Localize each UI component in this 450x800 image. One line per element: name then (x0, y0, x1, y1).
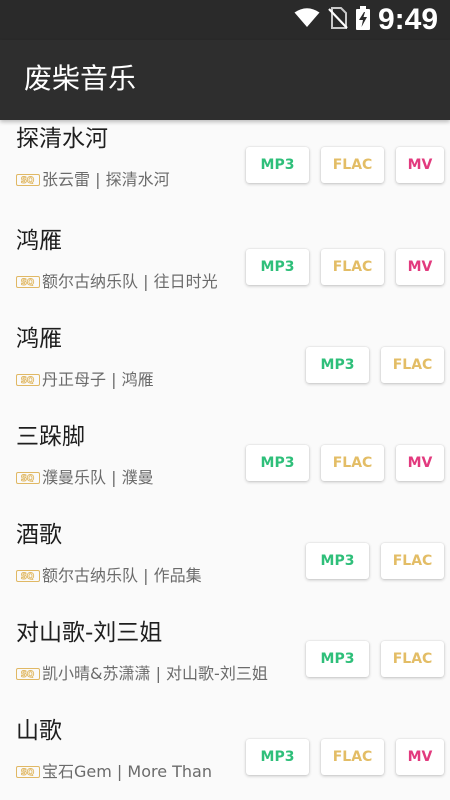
song-title: 鸿雁 (16, 228, 62, 254)
app-title: 废柴音乐 (24, 62, 137, 95)
mp3-button[interactable]: MP3 (306, 543, 369, 579)
list-item[interactable]: 探清水河 SQ 张云雷 | 探清水河 MP3 FLAC MV (0, 120, 450, 214)
mv-button[interactable]: MV (396, 739, 444, 775)
mp3-button[interactable]: MP3 (246, 445, 309, 481)
mp3-button[interactable]: MP3 (306, 347, 369, 383)
sq-quality-badge-icon: SQ (16, 472, 40, 484)
sq-badge-label: SQ (21, 176, 34, 184)
flac-button[interactable]: FLAC (381, 641, 444, 677)
song-subtitle-line: SQ 宝石Gem | More Than (16, 760, 212, 784)
song-title: 对山歌-刘三姐 (16, 620, 163, 646)
song-title: 山歌 (16, 718, 62, 744)
format-buttons: MP3 FLAC (306, 347, 444, 383)
list-item[interactable]: 酒歌 SQ 额尔古纳乐队 | 作品集 MP3 FLAC (0, 512, 450, 610)
format-buttons: MP3 FLAC MV (246, 249, 444, 285)
flac-button[interactable]: FLAC (321, 445, 384, 481)
status-bar: 9:49 (0, 0, 450, 40)
sq-quality-badge-icon: SQ (16, 276, 40, 288)
mp3-button[interactable]: MP3 (246, 249, 309, 285)
sq-badge-label: SQ (21, 768, 34, 776)
sq-badge-label: SQ (21, 670, 34, 678)
mp3-button[interactable]: MP3 (246, 147, 309, 183)
song-title: 探清水河 (16, 126, 108, 152)
song-subtitle: 凯小晴&苏潇潇 | 对山歌-刘三姐 (42, 664, 268, 683)
song-subtitle: 濮曼乐队 | 濮曼 (42, 468, 154, 487)
status-time: 9:49 (377, 3, 438, 36)
song-subtitle: 宝石Gem | More Than (42, 762, 213, 781)
flac-button[interactable]: FLAC (381, 543, 444, 579)
flac-button[interactable]: FLAC (321, 249, 384, 285)
song-subtitle: 额尔古纳乐队 | 作品集 (42, 566, 202, 585)
song-title: 三跺脚 (16, 424, 85, 450)
list-item[interactable]: 鸿雁 SQ 丹正母子 | 鸿雁 MP3 FLAC (0, 316, 450, 414)
sq-quality-badge-icon: SQ (16, 174, 40, 186)
status-icons: 9:49 (294, 0, 438, 40)
song-subtitle-line: SQ 凯小晴&苏潇潇 | 对山歌-刘三姐 (16, 662, 268, 686)
sq-quality-badge-icon: SQ (16, 668, 40, 680)
mv-button[interactable]: MV (396, 249, 444, 285)
song-subtitle: 丹正母子 | 鸿雁 (42, 370, 154, 389)
flac-button[interactable]: FLAC (321, 739, 384, 775)
sq-badge-label: SQ (21, 572, 34, 580)
song-subtitle-line: SQ 额尔古纳乐队 | 作品集 (16, 564, 202, 588)
mv-button[interactable]: MV (396, 147, 444, 183)
song-subtitle-line: SQ 丹正母子 | 鸿雁 (16, 368, 154, 392)
song-title: 酒歌 (16, 522, 62, 548)
song-subtitle-line: SQ 张云雷 | 探清水河 (16, 168, 170, 192)
app-bar: 废柴音乐 (0, 40, 450, 120)
wifi-icon (294, 8, 320, 32)
sq-quality-badge-icon: SQ (16, 374, 40, 386)
mv-button[interactable]: MV (396, 445, 444, 481)
mp3-button[interactable]: MP3 (246, 739, 309, 775)
sq-quality-badge-icon: SQ (16, 570, 40, 582)
format-buttons: MP3 FLAC MV (246, 147, 444, 183)
flac-button[interactable]: FLAC (321, 147, 384, 183)
song-subtitle-line: SQ 额尔古纳乐队 | 往日时光 (16, 270, 218, 294)
flac-button[interactable]: FLAC (381, 347, 444, 383)
no-sim-icon (328, 7, 348, 33)
list-item[interactable]: 对山歌-刘三姐 SQ 凯小晴&苏潇潇 | 对山歌-刘三姐 MP3 FLAC (0, 610, 450, 708)
song-list[interactable]: 探清水河 SQ 张云雷 | 探清水河 MP3 FLAC MV 鸿雁 SQ 额尔古纳乐队 | 往日… (0, 120, 450, 800)
sq-badge-label: SQ (21, 278, 34, 286)
list-item[interactable]: 鸿雁 SQ 额尔古纳乐队 | 往日时光 MP3 FLAC MV (0, 218, 450, 316)
song-subtitle: 张云雷 | 探清水河 (42, 170, 170, 189)
list-item[interactable]: 三跺脚 SQ 濮曼乐队 | 濮曼 MP3 FLAC MV (0, 414, 450, 512)
format-buttons: MP3 FLAC (306, 543, 444, 579)
song-subtitle-line: SQ 濮曼乐队 | 濮曼 (16, 466, 154, 490)
song-title: 鸿雁 (16, 326, 62, 352)
battery-charging-icon (355, 6, 370, 34)
song-subtitle: 额尔古纳乐队 | 往日时光 (42, 272, 218, 291)
format-buttons: MP3 FLAC MV (246, 445, 444, 481)
mp3-button[interactable]: MP3 (306, 641, 369, 677)
sq-badge-label: SQ (21, 376, 34, 384)
sq-quality-badge-icon: SQ (16, 766, 40, 778)
list-item[interactable]: 山歌 SQ 宝石Gem | More Than MP3 FLAC MV (0, 708, 450, 800)
format-buttons: MP3 FLAC (306, 641, 444, 677)
format-buttons: MP3 FLAC MV (246, 739, 444, 775)
sq-badge-label: SQ (21, 474, 34, 482)
